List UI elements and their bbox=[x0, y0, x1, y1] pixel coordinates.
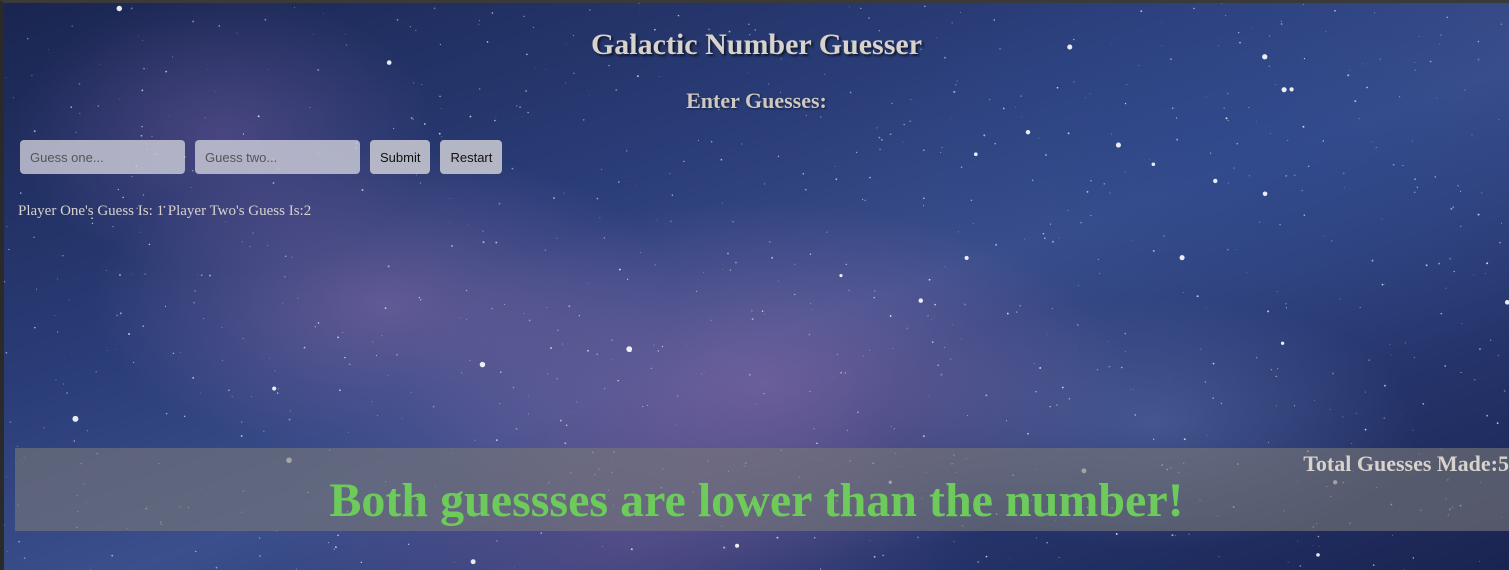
restart-button[interactable]: Restart bbox=[440, 140, 503, 174]
guess-two-input[interactable] bbox=[195, 140, 360, 174]
result-message: Both guessses are lower than the number! bbox=[329, 474, 1184, 527]
submit-button[interactable]: Submit bbox=[370, 140, 431, 174]
guess-summary: Player One's Guess Is: 1 Player Two's Gu… bbox=[18, 203, 312, 219]
guess-controls: Submit Restart bbox=[20, 140, 503, 174]
game-window: Galactic Number Guesser Enter Guesses: S… bbox=[0, 0, 1509, 570]
page-title: Galactic Number Guesser bbox=[590, 28, 923, 61]
guess-one-input[interactable] bbox=[20, 140, 185, 174]
enter-guesses-heading: Enter Guesses: bbox=[686, 88, 827, 113]
